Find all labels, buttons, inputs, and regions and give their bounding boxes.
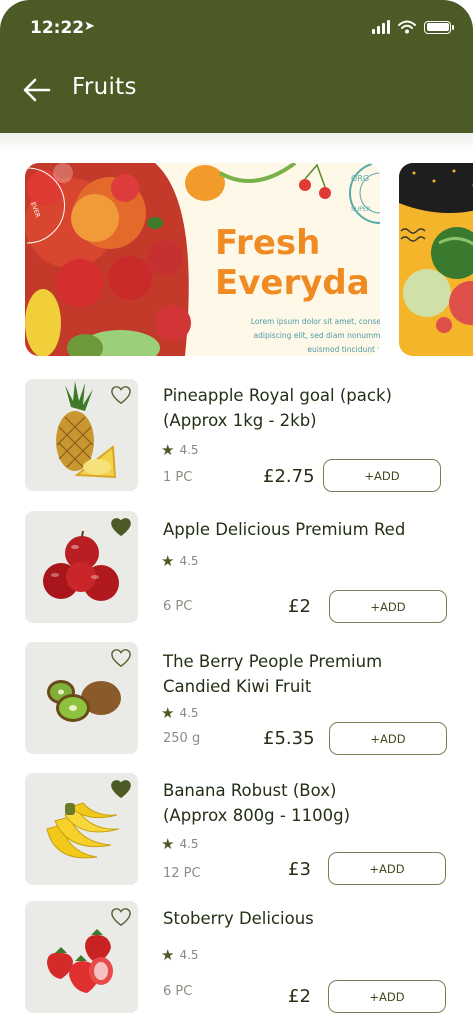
product-rating: ★ 4.5	[161, 704, 199, 722]
banner-next-image	[399, 163, 473, 356]
add-button[interactable]: +ADD	[329, 722, 447, 755]
product-unit: 1 PC	[163, 470, 193, 485]
status-indicators	[372, 20, 454, 34]
product-price: £5.35	[263, 728, 315, 749]
rating-value: 4.5	[179, 554, 199, 568]
svg-text:SUPER: SUPER	[351, 206, 371, 213]
star-icon: ★	[161, 704, 175, 722]
page-title: Fruits	[72, 74, 137, 100]
star-icon: ★	[161, 835, 175, 853]
product-image-apple	[25, 511, 138, 623]
product-unit: 12 PC	[163, 866, 201, 881]
location-arrow-icon: ➤	[84, 19, 95, 34]
heart-filled-icon[interactable]	[110, 517, 132, 537]
rating-value: 4.5	[179, 443, 199, 457]
add-button[interactable]: +ADD	[328, 852, 446, 885]
wifi-icon	[398, 20, 416, 34]
banner-fresh-everyday[interactable]: ORG SUPER EVER Fresh Everyda Lorem ipsum…	[25, 163, 380, 356]
status-time: 12:22	[30, 18, 85, 38]
product-name: Banana Robust (Box) (Approx 800g - 1100g…	[163, 781, 351, 825]
product-image-banana	[25, 773, 138, 885]
banner-next[interactable]	[399, 163, 473, 356]
rating-value: 4.5	[179, 706, 199, 720]
product-image-kiwi	[25, 642, 138, 754]
add-button[interactable]: +ADD	[323, 459, 441, 492]
product-name: The Berry People Premium Candied Kiwi Fr…	[163, 652, 383, 696]
product-card[interactable]: Pineapple Royal goal (pack) (Approx 1kg …	[0, 379, 473, 494]
product-unit: 250 g	[163, 731, 201, 746]
battery-icon	[424, 20, 454, 34]
product-rating: ★ 4.5	[161, 946, 199, 964]
product-image-pineapple	[25, 379, 138, 491]
product-name: Stoberry Delicious	[163, 909, 314, 928]
heart-icon[interactable]	[110, 385, 132, 405]
banner-badge-text: ORG	[351, 174, 369, 183]
back-arrow-icon[interactable]	[22, 76, 52, 104]
product-card[interactable]: Apple Delicious Premium Red ★ 4.5 6 PC £…	[0, 511, 473, 626]
product-price: £2	[288, 986, 311, 1007]
heart-icon[interactable]	[110, 907, 132, 927]
banner-copy: Lorem ipsum dolor sit amet, consec adipi…	[250, 317, 380, 354]
product-card[interactable]: Stoberry Delicious ★ 4.5 6 PC £2 +ADD	[0, 901, 473, 1016]
app-header: 12:22 ➤ Fruits	[0, 0, 473, 133]
header-shadow	[0, 133, 473, 151]
star-icon: ★	[161, 552, 175, 570]
banner-carousel[interactable]: ORG SUPER EVER Fresh Everyda Lorem ipsum…	[0, 163, 473, 356]
product-card[interactable]: The Berry People Premium Candied Kiwi Fr…	[0, 642, 473, 757]
product-unit: 6 PC	[163, 984, 193, 999]
product-rating: ★ 4.5	[161, 835, 199, 853]
product-rating: ★ 4.5	[161, 441, 199, 459]
product-name: Pineapple Royal goal (pack) (Approx 1kg …	[163, 386, 392, 430]
product-card[interactable]: Banana Robust (Box) (Approx 800g - 1100g…	[0, 773, 473, 888]
product-rating: ★ 4.5	[161, 552, 199, 570]
star-icon: ★	[161, 441, 175, 459]
add-button[interactable]: +ADD	[329, 590, 447, 623]
product-price: £3	[288, 859, 311, 880]
rating-value: 4.5	[179, 948, 199, 962]
product-price: £2	[288, 596, 311, 617]
product-image-strawberry	[25, 901, 138, 1013]
rating-value: 4.5	[179, 837, 199, 851]
signal-icon	[372, 20, 390, 34]
product-price: £2.75	[263, 466, 315, 487]
star-icon: ★	[161, 946, 175, 964]
product-unit: 6 PC	[163, 599, 193, 614]
add-button[interactable]: +ADD	[328, 980, 446, 1013]
heart-filled-icon[interactable]	[110, 779, 132, 799]
heart-icon[interactable]	[110, 648, 132, 668]
banner-headline: Fresh Everyda	[215, 223, 370, 303]
product-name: Apple Delicious Premium Red	[163, 520, 406, 539]
